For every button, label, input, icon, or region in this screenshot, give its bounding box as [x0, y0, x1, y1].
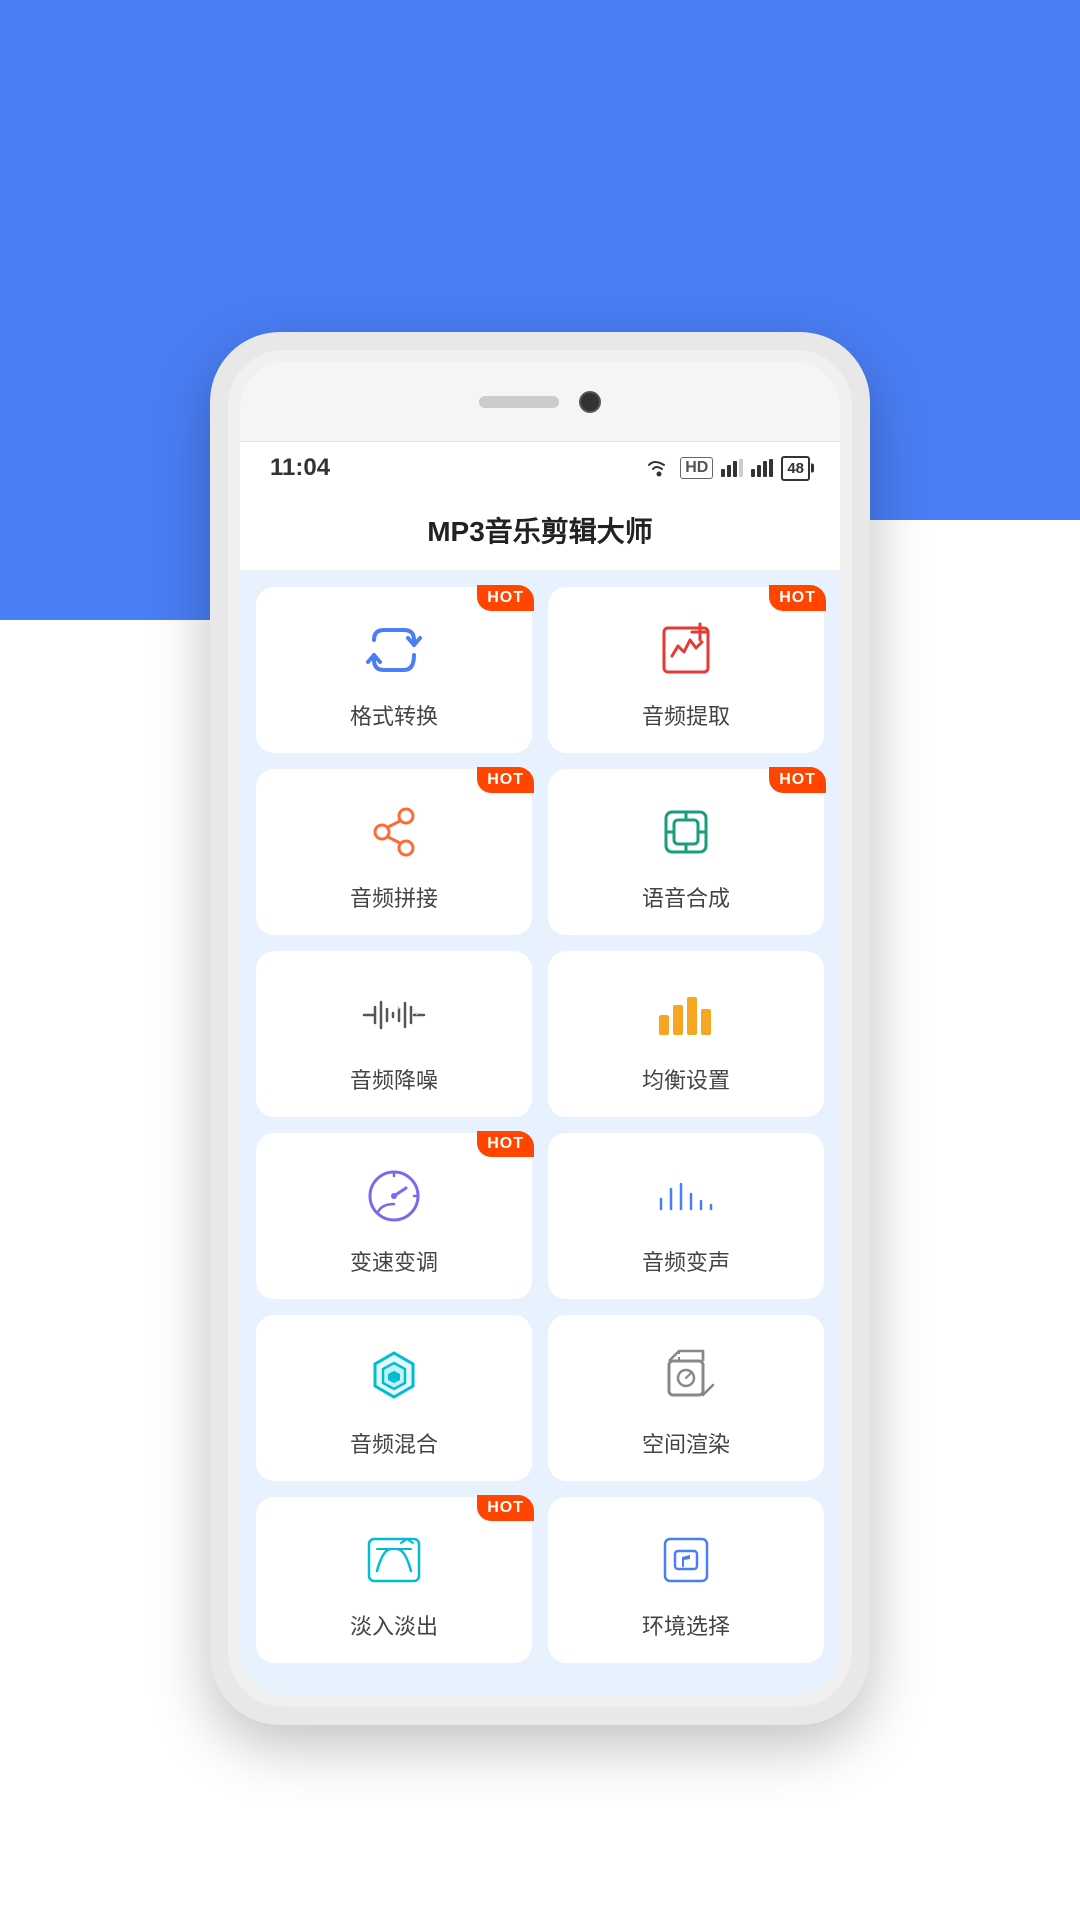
grid-row-5: 音频混合	[256, 1315, 824, 1481]
card-audio-mix[interactable]: 音频混合	[256, 1315, 532, 1481]
card-env-select[interactable]: 环境选择	[548, 1497, 824, 1663]
signal1-icon	[721, 459, 743, 477]
spatial-render-label: 空间渲染	[642, 1427, 730, 1459]
signal2-icon	[751, 459, 773, 477]
hot-badge-extract: HOT	[769, 585, 826, 611]
card-spatial-render[interactable]: 空间渲染	[548, 1315, 824, 1481]
synthesis-icon	[656, 797, 716, 867]
card-noise-reduction[interactable]: 音频降噪	[256, 951, 532, 1117]
audio-extract-label: 音频提取	[642, 699, 730, 731]
phone-camera	[579, 391, 601, 413]
card-speed-pitch[interactable]: HOT	[256, 1133, 532, 1299]
app-title: MP3音乐剪辑大师	[240, 494, 840, 571]
fade-inout-label: 淡入淡出	[350, 1609, 438, 1641]
phone-speaker	[479, 396, 559, 408]
noise-reduction-label: 音频降噪	[350, 1063, 438, 1095]
card-voice-synthesis[interactable]: HOT	[548, 769, 824, 935]
voicechange-icon	[651, 1161, 721, 1231]
noise-icon	[359, 979, 429, 1049]
phone-bezel-top	[240, 362, 840, 442]
battery-indicator: 48	[781, 456, 810, 481]
voice-synthesis-label: 语音合成	[642, 881, 730, 913]
equalizer-icon	[651, 979, 721, 1049]
audio-mix-label: 音频混合	[350, 1427, 438, 1459]
hot-badge-splice: HOT	[477, 767, 534, 793]
equalizer-label: 均衡设置	[642, 1063, 730, 1095]
card-format-convert[interactable]: HOT 格式转换	[256, 587, 532, 753]
hot-badge-synthesis: HOT	[769, 767, 826, 793]
speed-icon	[364, 1161, 424, 1231]
phone-outer: 11:04 HD	[210, 332, 870, 1725]
fade-icon	[363, 1525, 425, 1595]
hot-badge-fade: HOT	[477, 1495, 534, 1521]
hd-badge: HD	[680, 457, 713, 479]
extract-icon	[656, 615, 716, 685]
status-icons: HD	[646, 456, 810, 481]
hot-badge-format: HOT	[477, 585, 534, 611]
card-audio-splice[interactable]: HOT 音频拼	[256, 769, 532, 935]
format-convert-label: 格式转换	[350, 699, 438, 731]
speed-pitch-label: 变速变调	[350, 1245, 438, 1277]
env-icon	[655, 1525, 717, 1595]
grid-row-4: HOT	[256, 1133, 824, 1299]
spatial-icon	[655, 1343, 717, 1413]
card-voice-change[interactable]: 音频变声	[548, 1133, 824, 1299]
env-select-label: 环境选择	[642, 1609, 730, 1641]
grid-row-1: HOT 格式转换	[256, 587, 824, 753]
card-fade-inout[interactable]: HOT	[256, 1497, 532, 1663]
grid-row-6: HOT	[256, 1497, 824, 1663]
phone-screen: 11:04 HD	[240, 362, 840, 1695]
mix-icon	[363, 1343, 425, 1413]
wifi-icon	[646, 458, 672, 478]
splice-icon	[364, 797, 424, 867]
hot-badge-speed: HOT	[477, 1131, 534, 1157]
audio-splice-label: 音频拼接	[350, 881, 438, 913]
card-audio-extract[interactable]: HOT 音频提取	[548, 587, 824, 753]
voice-change-label: 音频变声	[642, 1245, 730, 1277]
grid-row-2: HOT 音频拼	[256, 769, 824, 935]
phone-inner: 11:04 HD	[228, 350, 852, 1707]
status-bar: 11:04 HD	[240, 442, 840, 494]
card-equalizer[interactable]: 均衡设置	[548, 951, 824, 1117]
grid-row-3: 音频降噪	[256, 951, 824, 1117]
feature-grid: HOT 格式转换	[240, 571, 840, 1695]
phone-mockup: 11:04 HD	[210, 332, 870, 1725]
status-time: 11:04	[270, 454, 330, 482]
convert-icon	[364, 615, 424, 685]
